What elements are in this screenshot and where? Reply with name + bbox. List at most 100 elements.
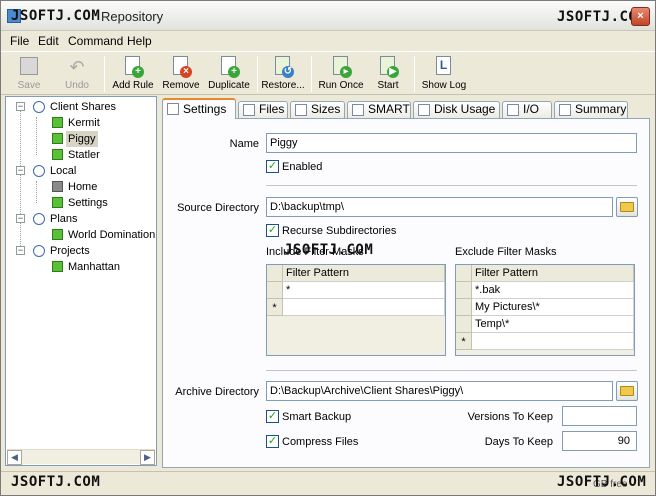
folder-icon xyxy=(620,386,634,396)
close-button[interactable]: × xyxy=(631,7,650,26)
tab-disk-usage[interactable]: Disk Usage xyxy=(413,101,500,118)
rule-active-icon xyxy=(52,229,63,240)
tab-sizes[interactable]: Sizes xyxy=(290,101,345,118)
days-to-keep-label: Days To Keep xyxy=(484,436,553,448)
start-label: Start xyxy=(377,80,399,91)
title-bar[interactable]: Repository JSOFTJ.COM JSOFTJ.COM × xyxy=(1,1,655,31)
restore-label: Restore... xyxy=(261,80,305,91)
menu-file[interactable]: File xyxy=(10,34,29,48)
sizes-icon xyxy=(295,104,307,116)
status-bar: JSOFTJ.COM GB free JSOFTJ.COM xyxy=(1,471,655,495)
include-new-row[interactable] xyxy=(283,299,445,316)
enabled-label: Enabled xyxy=(282,161,323,173)
group-icon xyxy=(33,165,45,177)
start-button[interactable]: ▶ Start xyxy=(369,54,407,94)
days-to-keep-input[interactable]: 90 xyxy=(562,431,637,451)
versions-to-keep-input[interactable] xyxy=(562,406,637,426)
watermark-panel: JSOFTJ.COM xyxy=(284,242,374,258)
grid-corner xyxy=(267,265,283,282)
tab-files[interactable]: Files xyxy=(238,101,288,118)
enabled-checkbox[interactable]: ✓ xyxy=(266,160,279,173)
undo-button[interactable]: ↶ Undo xyxy=(57,54,97,94)
exclude-new-row[interactable] xyxy=(472,333,634,350)
name-input[interactable]: Piggy xyxy=(266,133,637,153)
chart-icon xyxy=(507,104,519,116)
save-label: Save xyxy=(17,80,41,91)
run-once-button[interactable]: ▸ Run Once xyxy=(317,54,365,94)
divider xyxy=(266,370,637,371)
exclude-row[interactable]: My Pictures\* xyxy=(472,299,634,316)
log-document-icon: L xyxy=(433,56,455,78)
recurse-label: Recurse Subdirectories xyxy=(282,225,397,237)
divider xyxy=(266,185,637,186)
rule-active-icon xyxy=(52,261,63,272)
include-row[interactable]: * xyxy=(283,282,445,299)
exclude-row[interactable]: *.bak xyxy=(472,282,634,299)
files-icon xyxy=(243,104,255,116)
archive-directory-input[interactable]: D:\Backup\Archive\Client Shares\Piggy\ xyxy=(266,381,613,401)
repository-tree[interactable]: − Client Shares Kermit Piggy Statler − L… xyxy=(5,96,157,466)
collapse-icon[interactable]: − xyxy=(16,166,25,175)
smart-icon xyxy=(352,104,364,116)
source-directory-input[interactable]: D:\backup\tmp\ xyxy=(266,197,613,217)
app-window: Repository JSOFTJ.COM JSOFTJ.COM × File … xyxy=(0,0,656,496)
tree-horizontal-scrollbar[interactable]: ◀ ▶ xyxy=(7,449,155,465)
restore-icon: ↺ xyxy=(272,56,294,78)
tab-smart[interactable]: SMART xyxy=(347,101,411,118)
versions-to-keep-label: Versions To Keep xyxy=(467,411,553,423)
exclude-column-header[interactable]: Filter Pattern xyxy=(472,265,634,282)
chart-icon xyxy=(418,104,430,116)
scroll-right-icon[interactable]: ▶ xyxy=(140,450,155,465)
group-icon xyxy=(33,101,45,113)
save-button[interactable]: Save xyxy=(9,54,49,94)
restore-button[interactable]: ↺ Restore... xyxy=(260,54,306,94)
tab-strip: Settings Files Sizes SMART Disk Usage I/… xyxy=(162,98,642,119)
menu-command[interactable]: Command xyxy=(68,34,123,48)
recurse-checkbox[interactable]: ✓ xyxy=(266,224,279,237)
scroll-left-icon[interactable]: ◀ xyxy=(7,450,22,465)
tab-settings[interactable]: Settings xyxy=(162,98,236,119)
collapse-icon[interactable]: − xyxy=(16,214,25,223)
exclude-masks-grid[interactable]: Filter Pattern *.bak My Pictures\* Temp\… xyxy=(455,264,635,356)
menu-edit[interactable]: Edit xyxy=(38,34,59,48)
duplicate-button[interactable]: + Duplicate xyxy=(206,54,252,94)
tab-summary[interactable]: Summary xyxy=(554,101,628,118)
undo-arrow-icon: ↶ xyxy=(69,57,85,77)
browse-archive-button[interactable] xyxy=(616,381,638,401)
menu-help[interactable]: Help xyxy=(127,34,152,48)
tab-io[interactable]: I/O xyxy=(502,101,552,118)
toolbar: Save ↶ Undo + Add Rule × Remove + Duplic… xyxy=(1,51,655,95)
smart-backup-checkbox[interactable]: ✓ xyxy=(266,410,279,423)
grid-row-header xyxy=(267,282,283,299)
include-column-header[interactable]: Filter Pattern xyxy=(283,265,445,282)
wrench-icon xyxy=(167,103,179,115)
tree-line xyxy=(36,181,37,203)
add-rule-button[interactable]: + Add Rule xyxy=(111,54,155,94)
remove-button[interactable]: × Remove xyxy=(160,54,202,94)
remove-label: Remove xyxy=(162,80,200,91)
smart-backup-label: Smart Backup xyxy=(282,411,352,423)
compress-files-checkbox[interactable]: ✓ xyxy=(266,435,279,448)
browse-source-button[interactable] xyxy=(616,197,638,217)
collapse-icon[interactable]: − xyxy=(16,102,25,111)
exclude-row[interactable]: Temp\* xyxy=(472,316,634,333)
watermark-title-left: JSOFTJ.COM xyxy=(11,8,101,24)
collapse-icon[interactable]: − xyxy=(16,246,25,255)
new-row-marker: * xyxy=(456,333,472,350)
tree-line xyxy=(20,109,21,254)
duplicate-document-icon: + xyxy=(218,56,240,78)
run-once-label: Run Once xyxy=(318,80,364,91)
folder-icon xyxy=(620,202,634,212)
include-masks-grid[interactable]: Filter Pattern * * xyxy=(266,264,446,356)
show-log-button[interactable]: L Show Log xyxy=(420,54,468,94)
exclude-masks-label: Exclude Filter Masks xyxy=(455,246,557,258)
archive-directory-label: Archive Directory xyxy=(175,386,259,398)
watermark-status-right: JSOFTJ.COM xyxy=(557,474,647,490)
watermark-status-left: JSOFTJ.COM xyxy=(11,474,101,490)
name-label: Name xyxy=(229,138,259,150)
grid-row-header xyxy=(456,282,472,299)
rule-active-icon xyxy=(52,149,63,160)
undo-label: Undo xyxy=(65,80,89,91)
rule-active-icon xyxy=(52,197,63,208)
tree-line xyxy=(36,117,37,155)
